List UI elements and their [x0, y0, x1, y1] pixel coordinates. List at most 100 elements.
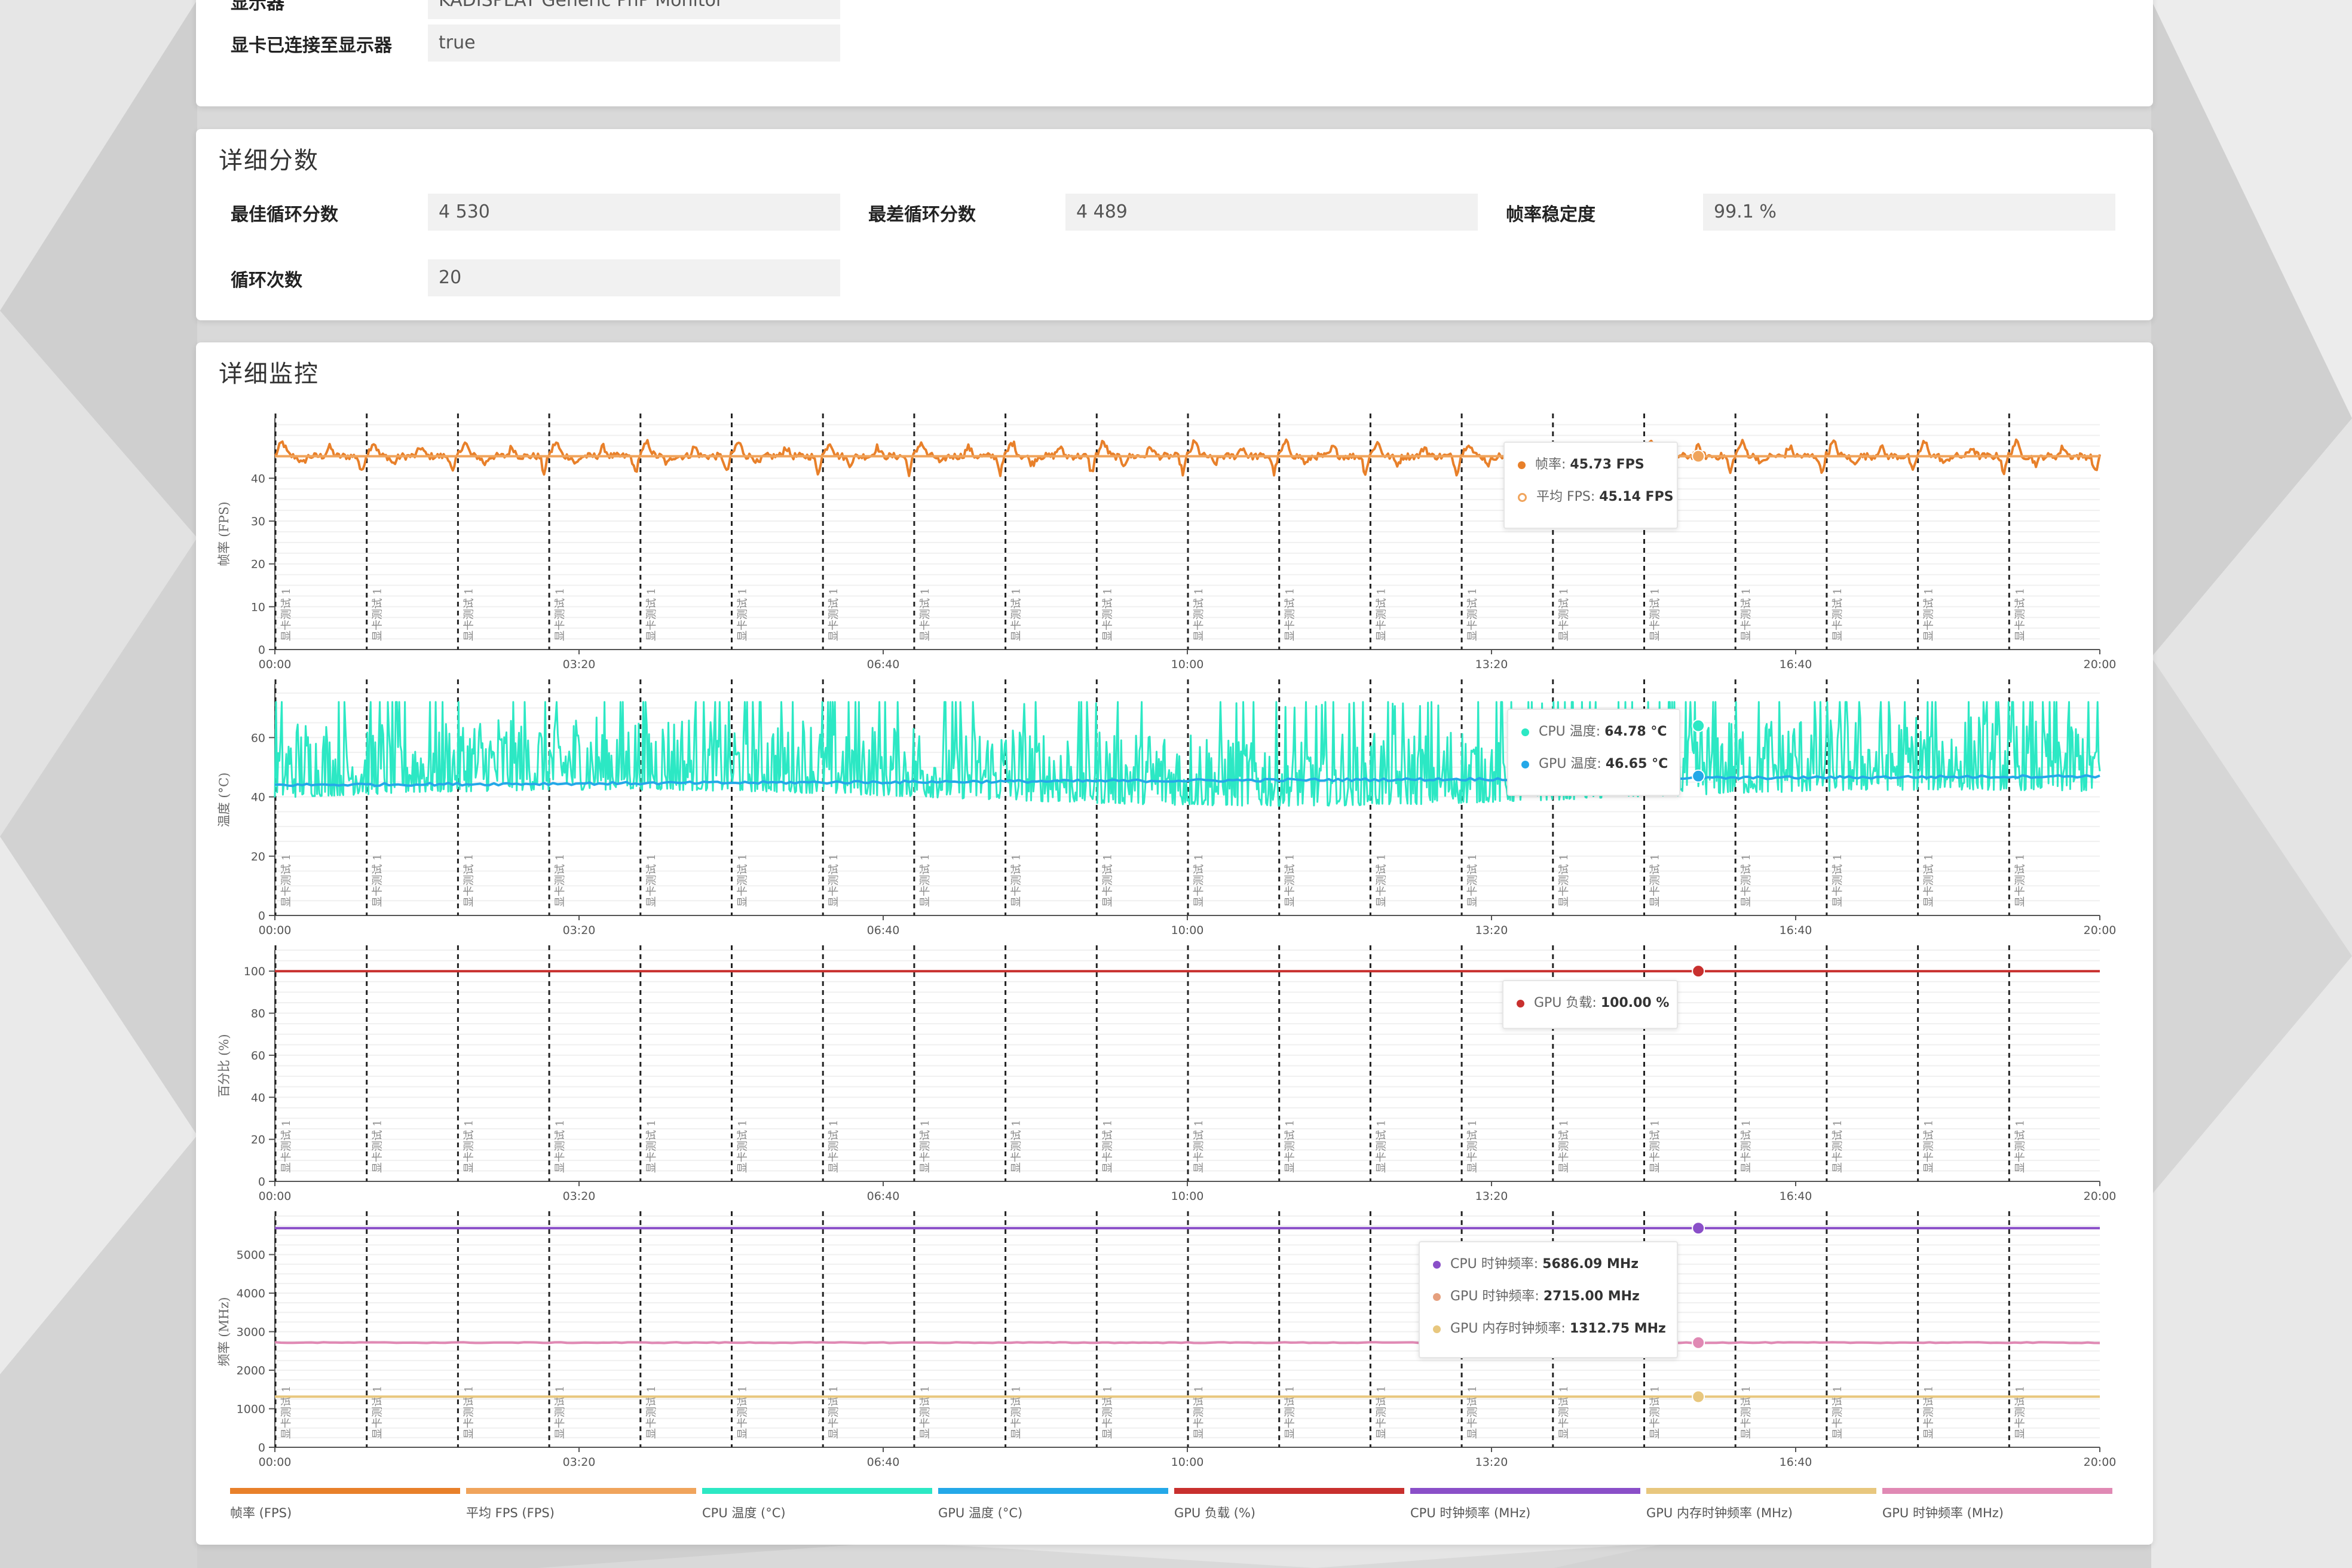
- y-tick-label: 0: [258, 909, 265, 923]
- loop-marker-label: 显卡测试 1: [463, 588, 475, 641]
- loop-marker-label: 显卡测试 1: [280, 854, 293, 907]
- loop-marker-label: 显卡测试 1: [554, 1386, 566, 1439]
- tooltip-clock: CPU 时钟频率: 5686.09 MHz GPU 时钟频率: 2715.00 …: [1419, 1241, 1678, 1358]
- tooltip-series-value: 45.73 FPS: [1570, 457, 1644, 472]
- loop-marker-label: 显卡测试 1: [463, 1386, 475, 1439]
- loop-marker-label: 显卡测试 1: [919, 854, 932, 907]
- x-tick-label: 00:00: [259, 658, 292, 671]
- loop-marker-label: 显卡测试 1: [2014, 1120, 2026, 1173]
- y-tick-label: 40: [251, 791, 265, 804]
- loop-marker-label: 显卡测试 1: [1923, 588, 1936, 641]
- x-tick-label: 16:40: [1780, 924, 1812, 937]
- loop-marker-label: 显卡测试 1: [737, 1386, 749, 1439]
- tooltip-dot: [1521, 728, 1529, 736]
- y-tick-label: 60: [251, 731, 265, 745]
- tooltip-series-value: 2715.00 MHz: [1543, 1289, 1640, 1304]
- loop-marker-label: 显卡测试 1: [1101, 1120, 1114, 1173]
- loop-marker-label: 显卡测试 1: [2014, 1386, 2026, 1439]
- loop-marker-label: 显卡测试 1: [280, 1120, 293, 1173]
- x-tick-label: 10:00: [1171, 1190, 1204, 1203]
- loop-marker-label: 显卡测试 1: [1193, 1386, 1205, 1439]
- legend-swatch: [1882, 1488, 2112, 1494]
- loop-marker-label: 显卡测试 1: [1010, 1120, 1023, 1173]
- tooltip-dot: [1521, 760, 1529, 768]
- loop-marker-label: 显卡测试 1: [645, 1120, 658, 1173]
- y-tick-label: 40: [251, 1091, 265, 1104]
- legend-swatch: [230, 1488, 460, 1494]
- y-tick-label: 1000: [237, 1403, 265, 1416]
- legend-item-gpu-temp[interactable]: GPU 温度 (°C): [938, 1488, 1168, 1521]
- loop-marker-label: 显卡测试 1: [1284, 1120, 1297, 1173]
- tooltip-dot: [1518, 461, 1526, 469]
- loop-marker-label: 显卡测试 1: [372, 854, 384, 907]
- tooltip-dot: [1433, 1293, 1441, 1301]
- y-tick-label: 3000: [237, 1326, 265, 1339]
- legend-item-gpu-mem-clock[interactable]: GPU 内存时钟频率 (MHz): [1646, 1488, 1876, 1521]
- y-tick-label: 10: [251, 601, 265, 614]
- loop-marker-label: 显卡测试 1: [737, 1120, 749, 1173]
- tooltip-dot: [1433, 1325, 1441, 1333]
- x-tick-label: 06:40: [867, 1456, 900, 1469]
- y-axis-label: 百分比 (%): [217, 1034, 231, 1097]
- loop-marker-label: 显卡测试 1: [1649, 1120, 1662, 1173]
- loop-marker-label: 显卡测试 1: [554, 1120, 566, 1173]
- x-tick-label: 16:40: [1780, 658, 1812, 671]
- loop-marker-label: 显卡测试 1: [1923, 1120, 1936, 1173]
- y-tick-label: 2000: [237, 1364, 265, 1377]
- loop-marker-label: 显卡测试 1: [1284, 1386, 1297, 1439]
- x-tick-label: 16:40: [1780, 1190, 1812, 1203]
- loop-marker-label: 显卡测试 1: [1101, 588, 1114, 641]
- tooltip-series-name: CPU 时钟频率: [1450, 1257, 1534, 1272]
- loop-marker-label: 显卡测试 1: [1193, 1120, 1205, 1173]
- x-tick-label: 00:00: [259, 924, 292, 937]
- loop-marker-label: 显卡测试 1: [1466, 588, 1479, 641]
- loop-marker-label: 显卡测试 1: [1832, 1120, 1844, 1173]
- loop-marker-label: 显卡测试 1: [554, 854, 566, 907]
- loop-marker-label: 显卡测试 1: [645, 588, 658, 641]
- x-tick-label: 06:40: [867, 924, 900, 937]
- hover-point: [1692, 769, 1705, 783]
- hover-point: [1692, 1390, 1705, 1404]
- loop-marker-label: 显卡测试 1: [554, 588, 566, 641]
- legend-item-fps[interactable]: 帧率 (FPS): [230, 1488, 460, 1521]
- chart-panel-2: 0 20 40 60 80 100 百分比 (%) 00:00 03:20 06:40 10:00 1…: [217, 945, 2116, 1203]
- loop-marker-label: 显卡测试 1: [1558, 588, 1570, 641]
- loop-marker-label: 显卡测试 1: [1375, 588, 1388, 641]
- loop-marker-label: 显卡测试 1: [1740, 854, 1753, 907]
- legend-item-gpu-load[interactable]: GPU 负载 (%): [1174, 1488, 1404, 1521]
- y-tick-label: 20: [251, 558, 265, 571]
- legend-item-cpu-clock[interactable]: CPU 时钟频率 (MHz): [1410, 1488, 1640, 1521]
- loop-marker-label: 显卡测试 1: [280, 588, 293, 641]
- x-tick-label: 10:00: [1171, 924, 1204, 937]
- legend-item-cpu-temp[interactable]: CPU 温度 (°C): [702, 1488, 932, 1521]
- y-axis-label: 帧率 (FPS): [217, 501, 231, 566]
- y-tick-label: 40: [251, 472, 265, 485]
- loop-marker-label: 显卡测试 1: [1740, 1120, 1753, 1173]
- hover-point: [1692, 719, 1705, 733]
- legend-item-avg-fps[interactable]: 平均 FPS (FPS): [466, 1488, 696, 1521]
- x-tick-label: 10:00: [1171, 658, 1204, 671]
- hover-point: [1692, 1336, 1705, 1349]
- y-tick-label: 20: [251, 850, 265, 863]
- monitoring-charts: 0 10 20 30 40 帧率 (FPS) 00:00 03:20 06:40 10:00 13:…: [217, 414, 2117, 1469]
- x-tick-label: 20:00: [2084, 658, 2117, 671]
- x-tick-label: 10:00: [1171, 1456, 1204, 1469]
- series-line: [274, 1341, 2100, 1345]
- loop-marker-label: 显卡测试 1: [1101, 1386, 1114, 1439]
- tooltip-series-value: 5686.09 MHz: [1542, 1257, 1639, 1272]
- x-tick-label: 13:20: [1475, 658, 1508, 671]
- tooltip-dot: [1433, 1260, 1441, 1269]
- tooltip-series-name: GPU 温度: [1539, 757, 1597, 771]
- loop-marker-label: 显卡测试 1: [1649, 854, 1662, 907]
- legend-label: GPU 内存时钟频率 (MHz): [1646, 1506, 1793, 1520]
- hover-point: [1692, 964, 1705, 978]
- y-tick-label: 0: [258, 1441, 265, 1454]
- loop-marker-label: 显卡测试 1: [1284, 588, 1297, 641]
- loop-marker-label: 显卡测试 1: [2014, 588, 2026, 641]
- x-tick-label: 13:20: [1475, 924, 1508, 937]
- legend-item-gpu-clock[interactable]: GPU 时钟频率 (MHz): [1882, 1488, 2112, 1521]
- loop-marker-label: 显卡测试 1: [828, 1386, 840, 1439]
- tooltip-dot: [1517, 999, 1524, 1007]
- loop-marker-label: 显卡测试 1: [919, 1120, 932, 1173]
- loop-marker-label: 显卡测试 1: [1740, 588, 1753, 641]
